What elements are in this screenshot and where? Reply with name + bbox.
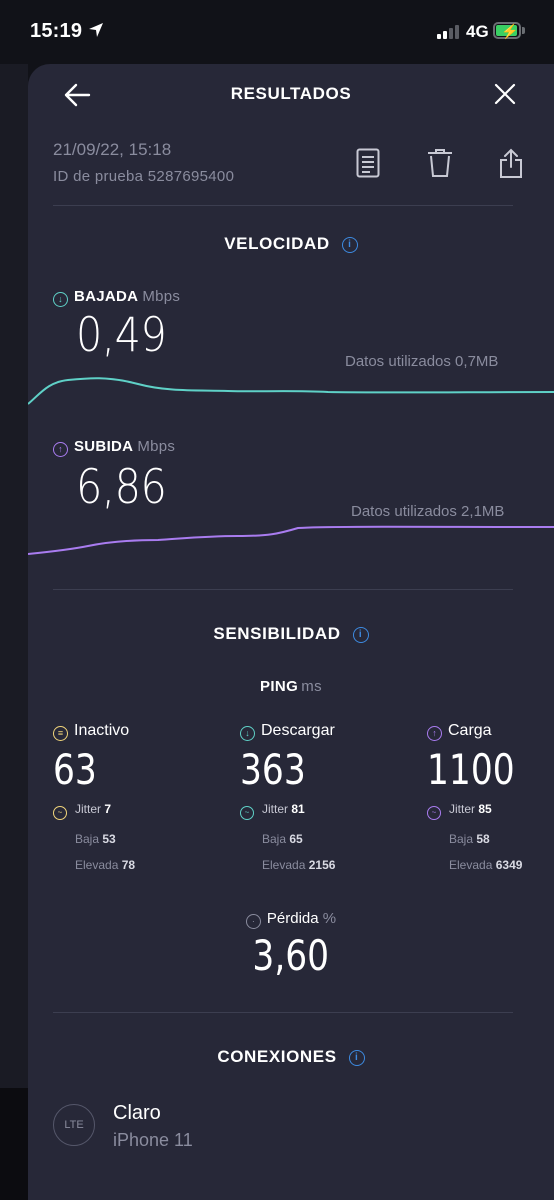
download-speed-graph <box>28 377 554 405</box>
network-type: 4G <box>466 22 489 41</box>
packet-loss-label: Pérdida <box>266 910 319 927</box>
upload-label: ↑ SUBIDA Mbps <box>53 438 175 457</box>
download-high-value: 2156 <box>308 858 336 872</box>
ping-upload-label: Carga <box>448 722 492 739</box>
ping-upload-column: ↑ Carga 1100 ~ Jitter 85 Baja 58 Elevada 6… <box>427 722 523 872</box>
upload-arrow-icon: ↑ <box>53 442 68 457</box>
location-arrow-icon <box>89 23 103 37</box>
download-value: 0,49 <box>76 308 167 363</box>
status-bar: 15:19 4G ⚡ <box>0 0 554 64</box>
ping-download-value: 363 <box>240 745 306 794</box>
signal-icon <box>437 25 459 39</box>
download-arrow-icon: ↓ <box>240 726 255 741</box>
battery-cap <box>522 27 525 34</box>
packet-loss-icon: · <box>245 914 261 929</box>
download-jitter-value: 81 <box>291 802 305 816</box>
carrier-name: Claro <box>113 1102 161 1124</box>
info-icon[interactable]: i <box>348 1050 365 1066</box>
jitter-icon: ~ <box>53 806 67 820</box>
download-low-value: 65 <box>289 832 303 846</box>
upload-speed-graph <box>28 525 554 555</box>
jitter-icon: ~ <box>427 806 441 820</box>
divider <box>53 589 513 590</box>
upload-low-value: 58 <box>476 832 490 846</box>
info-icon[interactable]: i <box>352 627 369 643</box>
idle-icon: ≡ <box>53 726 68 741</box>
ping-idle-value: 63 <box>53 745 97 794</box>
close-icon[interactable] <box>493 82 517 106</box>
trash-icon[interactable] <box>427 148 453 178</box>
connections-section-title: CONEXIONES i <box>28 1047 554 1067</box>
download-arrow-icon: ↓ <box>53 292 68 307</box>
upload-arrow-icon: ↑ <box>427 726 442 741</box>
ping-upload-value: 1100 <box>427 745 515 794</box>
speed-section-title: VELOCIDAD i <box>28 234 554 254</box>
download-label: ↓ BAJADA Mbps <box>53 288 180 307</box>
page-title: RESULTADOS <box>230 84 352 103</box>
lte-badge: LTE <box>53 1104 95 1146</box>
idle-high-value: 78 <box>121 858 136 872</box>
battery-icon: ⚡ <box>493 22 521 39</box>
upload-jitter-value: 85 <box>478 802 492 816</box>
divider <box>53 1012 513 1013</box>
info-icon[interactable]: i <box>341 237 358 253</box>
document-icon[interactable] <box>356 148 380 178</box>
ping-idle-column: ≡ Inactivo 63 ~ Jitter 7 Baja 53 Elevada 7… <box>53 722 136 872</box>
ping-download-column: ↓ Descargar 363 ~ Jitter 81 Baja 65 Elevad… <box>240 722 336 872</box>
test-date: 21/09/22, 15:18 <box>53 140 172 159</box>
upload-high-value: 6349 <box>495 858 523 872</box>
sensitivity-section-title: SENSIBILIDAD i <box>28 624 554 644</box>
divider <box>53 205 513 206</box>
jitter-icon: ~ <box>240 806 254 820</box>
share-icon[interactable] <box>499 148 523 178</box>
idle-low-value: 53 <box>102 832 116 846</box>
background-page-edge <box>0 64 28 1088</box>
ping-download-label: Descargar <box>261 722 335 739</box>
results-sheet: RESULTADOS 21/09/22, 15:18 ID de prueba … <box>28 64 554 1200</box>
background-page-edge-bottom <box>0 1088 28 1200</box>
packet-loss: · Pérdida % 3,60 <box>28 910 554 980</box>
ping-idle-label: Inactivo <box>74 722 130 739</box>
idle-jitter-value: 7 <box>104 802 112 816</box>
device-name: iPhone 11 <box>113 1130 193 1150</box>
upload-value: 6,86 <box>76 460 167 515</box>
packet-loss-value: 3,60 <box>252 931 330 980</box>
ping-title: PING ms <box>259 678 323 695</box>
status-time: 15:19 <box>30 20 83 42</box>
test-id: ID de prueba 5287695400 <box>53 168 235 185</box>
